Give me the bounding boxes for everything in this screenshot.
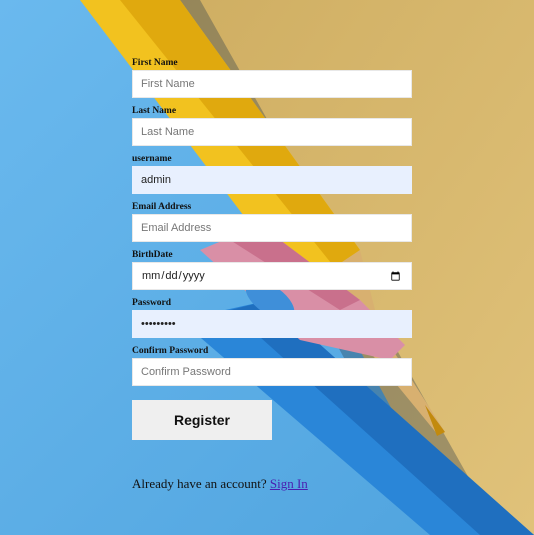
username-input[interactable] (132, 166, 412, 194)
signin-prompt-text: Already have an account? (132, 476, 267, 491)
sign-in-link[interactable]: Sign In (270, 476, 308, 491)
birthdate-label: BirthDate (132, 250, 173, 260)
username-label: username (132, 154, 172, 164)
registration-form: First Name Last Name username Email Addr… (132, 58, 412, 394)
first-name-input[interactable] (132, 70, 412, 98)
signin-prompt: Already have an account? Sign In (132, 476, 308, 492)
password-label: Password (132, 298, 172, 308)
confirm-password-label: Confirm Password (132, 346, 209, 356)
birthdate-input[interactable] (132, 262, 412, 290)
register-button[interactable]: Register (132, 400, 272, 440)
email-label: Email Address (132, 202, 192, 212)
last-name-label: Last Name (132, 106, 177, 116)
first-name-label: First Name (132, 58, 178, 68)
last-name-input[interactable] (132, 118, 412, 146)
password-input[interactable] (132, 310, 412, 338)
email-input[interactable] (132, 214, 412, 242)
confirm-password-input[interactable] (132, 358, 412, 386)
